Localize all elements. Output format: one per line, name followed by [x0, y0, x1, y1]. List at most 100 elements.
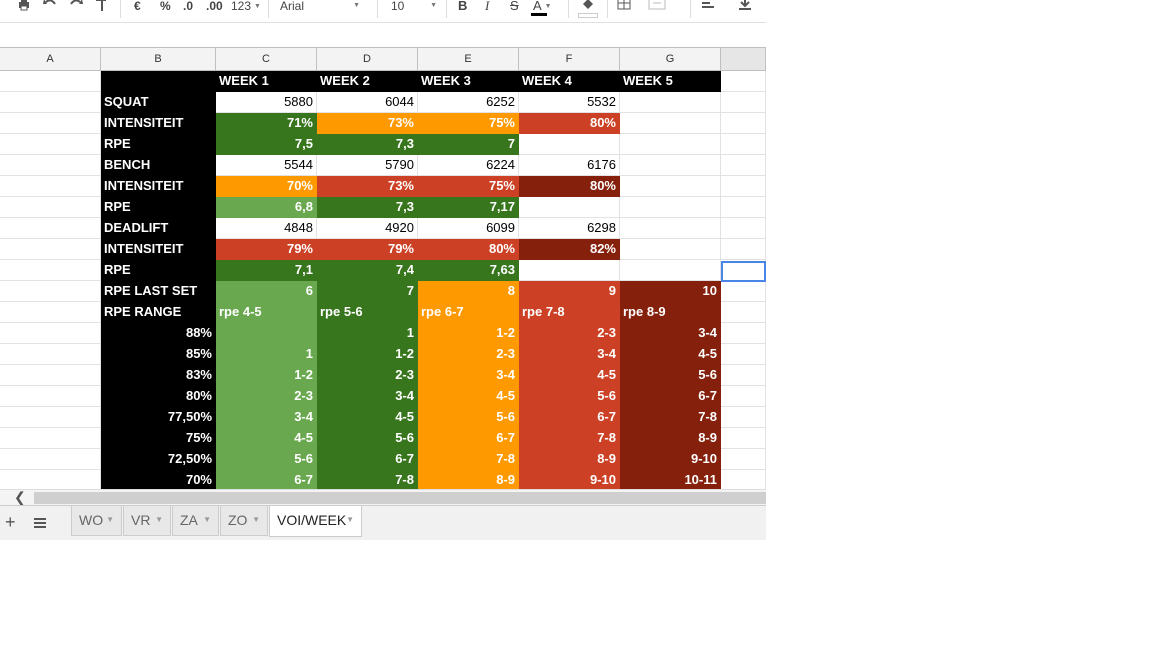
cell[interactable]: 2-3	[317, 365, 418, 386]
row-label-cell[interactable]: 72,50%	[101, 449, 216, 470]
week-header-cell[interactable]: WEEK 2	[317, 71, 418, 92]
row-label-cell[interactable]: INTENSITEIT	[101, 113, 216, 134]
cell[interactable]: 1	[317, 323, 418, 344]
cell[interactable]	[0, 113, 101, 134]
cell[interactable]	[721, 365, 766, 386]
cell[interactable]: 7,3	[317, 197, 418, 218]
cell[interactable]	[0, 281, 101, 302]
cell[interactable]: 6-7	[620, 386, 721, 407]
cell[interactable]	[721, 470, 766, 489]
column-header-h[interactable]	[721, 48, 766, 70]
cell[interactable]	[0, 155, 101, 176]
cell[interactable]	[0, 218, 101, 239]
borders-icon[interactable]	[617, 0, 631, 16]
cell[interactable]: 5532	[519, 92, 620, 113]
cell[interactable]: 80%	[519, 113, 620, 134]
cell[interactable]	[0, 407, 101, 428]
cell[interactable]	[620, 113, 721, 134]
cell[interactable]: 3-4	[216, 407, 317, 428]
cell[interactable]: rpe 7-8	[519, 302, 620, 323]
cell[interactable]: 73%	[317, 113, 418, 134]
font-size-dropdown[interactable]: 10 ▼	[391, 0, 437, 16]
paint-format-icon[interactable]	[95, 0, 109, 16]
cell[interactable]: 8-9	[519, 449, 620, 470]
cell[interactable]: 7	[418, 134, 519, 155]
cell[interactable]: 8	[418, 281, 519, 302]
week-header-cell[interactable]: WEEK 1	[216, 71, 317, 92]
cell[interactable]: 5-6	[620, 365, 721, 386]
cell[interactable]	[620, 92, 721, 113]
cell[interactable]	[721, 218, 766, 239]
row-label-cell[interactable]: INTENSITEIT	[101, 176, 216, 197]
column-header-c[interactable]: C	[216, 48, 317, 70]
cell[interactable]: 5790	[317, 155, 418, 176]
cell[interactable]: 4848	[216, 218, 317, 239]
column-header-d[interactable]: D	[317, 48, 418, 70]
cell[interactable]: 4-5	[418, 386, 519, 407]
row-label-cell[interactable]: RPE RANGE	[101, 302, 216, 323]
cell[interactable]: 6-7	[216, 470, 317, 489]
all-sheets-icon[interactable]	[34, 518, 46, 530]
row-label-cell[interactable]: INTENSITEIT	[101, 239, 216, 260]
row-label-cell[interactable]: RPE	[101, 197, 216, 218]
font-family-dropdown[interactable]: Arial ▼	[280, 0, 360, 16]
chevron-down-icon[interactable]: ▼	[106, 506, 114, 534]
cell[interactable]: 6,8	[216, 197, 317, 218]
sheet-tab-vr[interactable]: VR ▼	[123, 506, 171, 536]
cell[interactable]	[620, 176, 721, 197]
cell[interactable]: 10-11	[620, 470, 721, 489]
cell[interactable]: 9	[519, 281, 620, 302]
cell[interactable]: 2-3	[418, 344, 519, 365]
italic-button[interactable]: I	[485, 0, 489, 16]
cell[interactable]: 6-7	[317, 449, 418, 470]
cell[interactable]: 1-2	[317, 344, 418, 365]
cell[interactable]: 6176	[519, 155, 620, 176]
cell[interactable]: 4-5	[216, 428, 317, 449]
cell[interactable]	[721, 323, 766, 344]
column-header-e[interactable]: E	[418, 48, 519, 70]
cell[interactable]: 5-6	[317, 428, 418, 449]
cell[interactable]: 5-6	[216, 449, 317, 470]
redo-icon[interactable]	[68, 0, 84, 16]
cell[interactable]: 7	[317, 281, 418, 302]
chevron-left-icon[interactable]: ❮	[14, 490, 26, 504]
more-formats-dropdown[interactable]: 123 ▼	[231, 0, 261, 16]
cell[interactable]	[721, 302, 766, 323]
cell[interactable]: 1	[216, 344, 317, 365]
cell[interactable]: 5544	[216, 155, 317, 176]
cell[interactable]: 75%	[418, 113, 519, 134]
cell[interactable]: 6252	[418, 92, 519, 113]
formula-bar[interactable]	[0, 23, 766, 47]
cell[interactable]: 71%	[216, 113, 317, 134]
horizontal-scrollbar[interactable]: ❮	[0, 489, 766, 505]
sheet-tab-wo[interactable]: WO ▼	[71, 506, 122, 536]
cell[interactable]: 3-4	[317, 386, 418, 407]
chevron-down-icon[interactable]: ▼	[346, 506, 354, 534]
cell[interactable]	[620, 197, 721, 218]
cell[interactable]: 4-5	[519, 365, 620, 386]
currency-format-button[interactable]: €	[134, 0, 141, 16]
cell[interactable]: 82%	[519, 239, 620, 260]
chevron-down-icon[interactable]: ▼	[252, 506, 260, 534]
cell[interactable]	[519, 134, 620, 155]
add-sheet-icon[interactable]: +	[5, 513, 16, 531]
percent-format-button[interactable]: %	[160, 0, 171, 16]
cell[interactable]: 6224	[418, 155, 519, 176]
cell[interactable]	[0, 344, 101, 365]
cell[interactable]	[620, 260, 721, 281]
cell[interactable]	[0, 449, 101, 470]
row-label-cell[interactable]: RPE	[101, 134, 216, 155]
column-header-a[interactable]: A	[0, 48, 101, 70]
cell[interactable]: 7-8	[418, 449, 519, 470]
chevron-down-icon[interactable]: ▼	[155, 506, 163, 534]
cell[interactable]	[0, 197, 101, 218]
print-icon[interactable]	[16, 0, 32, 16]
cell[interactable]: 7-8	[620, 407, 721, 428]
cell[interactable]: 6099	[418, 218, 519, 239]
cell[interactable]	[721, 113, 766, 134]
merge-cells-icon[interactable]	[648, 0, 666, 16]
cell[interactable]: 7-8	[519, 428, 620, 449]
sheet-tab-zo[interactable]: ZO ▼	[220, 506, 268, 536]
week-header-cell[interactable]: WEEK 5	[620, 71, 721, 92]
cell[interactable]	[216, 323, 317, 344]
